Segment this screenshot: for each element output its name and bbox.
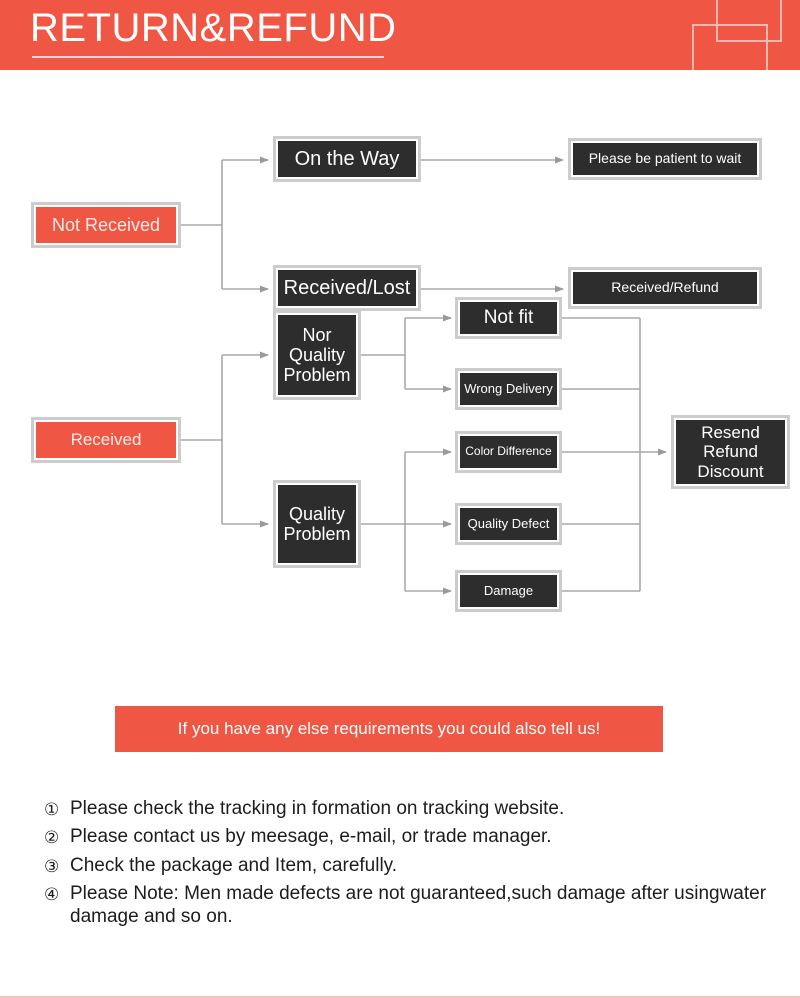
notes-list: ① Please check the tracking in formation… bbox=[44, 798, 774, 934]
decorative-square-lower bbox=[692, 24, 768, 70]
node-label: On the Way bbox=[294, 147, 400, 170]
note-text: Please contact us by meesage, e-mail, or… bbox=[70, 826, 552, 848]
node-quality-defect[interactable]: Quality Defect bbox=[455, 503, 562, 545]
note-number: ④ bbox=[44, 885, 60, 905]
node-nor-quality-problem[interactable]: Nor Quality Problem bbox=[273, 310, 361, 400]
node-label: Quality Problem bbox=[283, 503, 351, 544]
node-color-difference[interactable]: Color Difference bbox=[455, 431, 562, 473]
list-item: ③ Check the package and Item, carefully. bbox=[44, 855, 774, 878]
page-title: RETURN&REFUND bbox=[30, 6, 397, 50]
node-wrong-delivery[interactable]: Wrong Delivery bbox=[455, 368, 562, 410]
node-label: Wrong Delivery bbox=[464, 380, 553, 396]
header-banner: RETURN&REFUND bbox=[0, 0, 800, 70]
callout-text: If you have any else requirements you co… bbox=[177, 719, 601, 738]
node-resend-refund-discount[interactable]: Resend Refund Discount bbox=[671, 415, 790, 489]
return-refund-infographic: RETURN&REFUND Not Received On the Way Pl… bbox=[0, 0, 800, 998]
node-label: Not Received bbox=[51, 214, 161, 235]
note-text: Please check the tracking in formation o… bbox=[70, 798, 565, 819]
title-underline bbox=[32, 56, 384, 58]
node-received-lost[interactable]: Received/Lost bbox=[273, 265, 421, 311]
note-number: ② bbox=[44, 828, 60, 848]
node-on-the-way[interactable]: On the Way bbox=[273, 136, 421, 182]
node-damage[interactable]: Damage bbox=[455, 570, 562, 612]
note-text: Please Note: Men made defects are not gu… bbox=[70, 883, 767, 928]
flowchart: Not Received On the Way Please be patien… bbox=[0, 70, 800, 690]
node-label: Resend Refund Discount bbox=[697, 423, 764, 481]
node-not-received[interactable]: Not Received bbox=[31, 202, 181, 248]
list-item: ② Please contact us by meesage, e-mail, … bbox=[44, 826, 774, 849]
node-label: Color Difference bbox=[465, 444, 552, 459]
node-label: Please be patient to wait bbox=[588, 150, 742, 167]
node-quality-problem[interactable]: Quality Problem bbox=[273, 480, 361, 568]
note-text: Check the package and Item, carefully. bbox=[70, 854, 398, 876]
node-received-refund[interactable]: Received/Refund bbox=[568, 267, 762, 309]
node-please-be-patient-to-wait[interactable]: Please be patient to wait bbox=[568, 138, 762, 180]
node-label: Nor Quality Problem bbox=[283, 324, 351, 386]
note-number: ③ bbox=[44, 856, 60, 876]
callout-banner: If you have any else requirements you co… bbox=[115, 706, 663, 752]
note-number: ① bbox=[44, 800, 60, 819]
node-label: Quality Defect bbox=[467, 515, 550, 531]
node-label: Damage bbox=[483, 582, 534, 598]
node-label: Received/Refund bbox=[611, 279, 719, 296]
node-received[interactable]: Received bbox=[31, 417, 181, 463]
node-label: Not fit bbox=[483, 307, 534, 329]
node-label: Received/Lost bbox=[283, 276, 411, 299]
list-item: ④ Please Note: Men made defects are not … bbox=[44, 883, 774, 929]
node-not-fit[interactable]: Not fit bbox=[455, 297, 562, 339]
node-label: Received bbox=[70, 430, 142, 450]
list-item: ① Please check the tracking in formation… bbox=[44, 798, 774, 821]
